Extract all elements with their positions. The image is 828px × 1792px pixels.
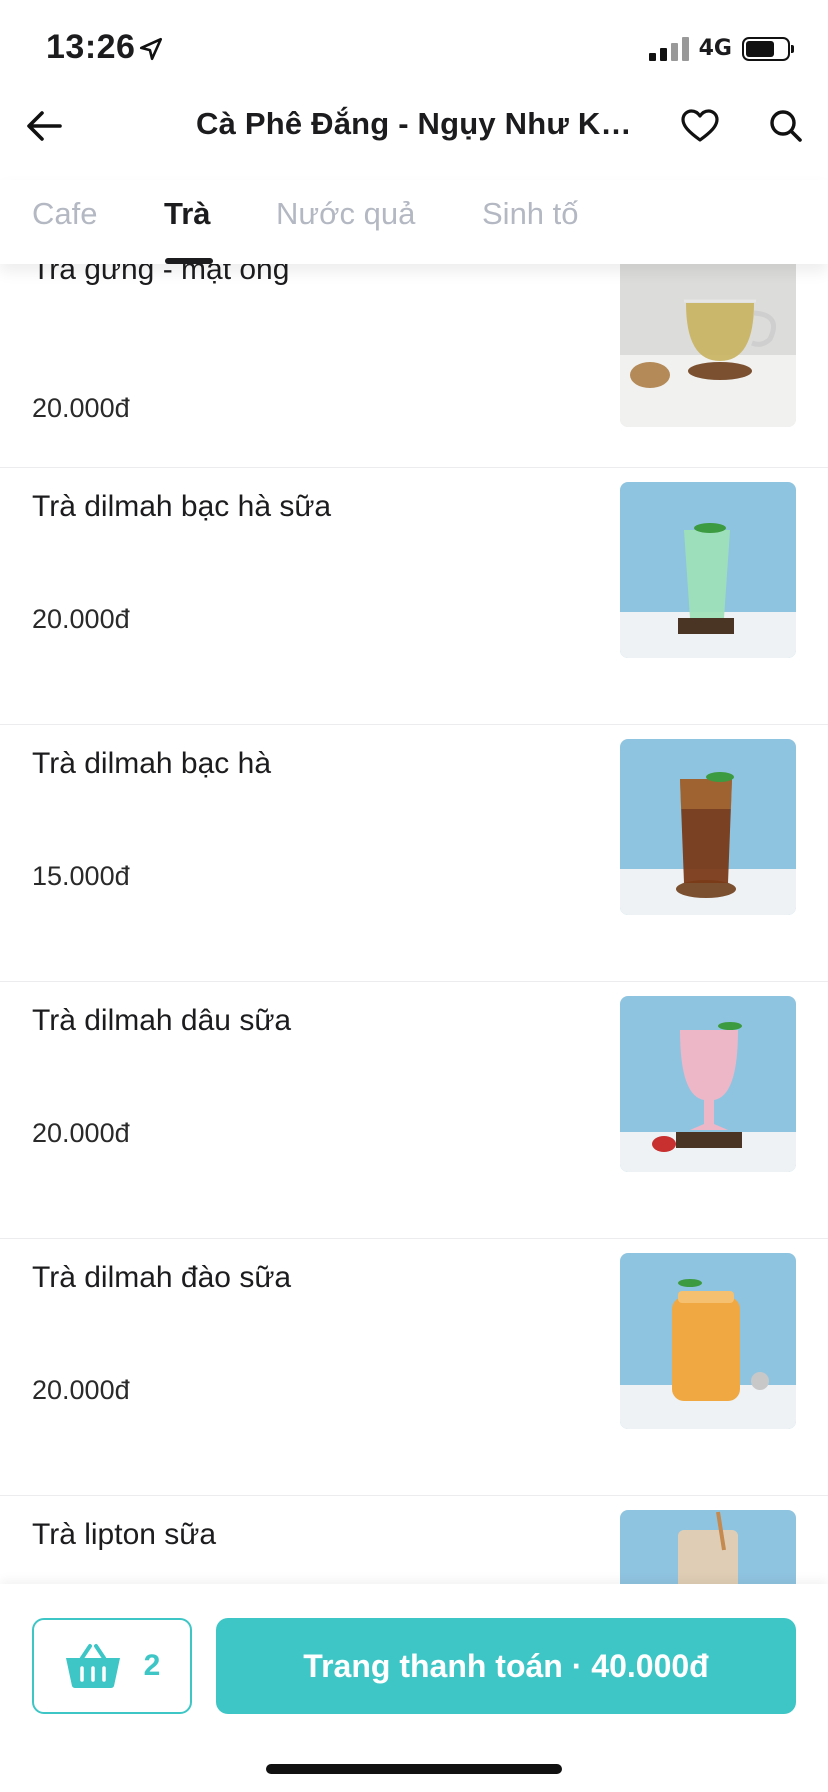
lipton-milk-tea-glass-icon [620,1510,796,1584]
menu-list[interactable]: Trà gừng - mật ong 20.000đ Trà dilmah bạ… [0,264,828,1584]
menu-item[interactable]: Trà dilmah dâu sữa 20.000đ [0,982,828,1239]
home-indicator[interactable] [266,1764,562,1774]
menu-item[interactable]: Trà lipton sữa [0,1496,828,1584]
item-image [620,1253,796,1429]
item-name: Trà gừng - mật ong [32,264,290,286]
menu-item[interactable]: Trà gừng - mật ong 20.000đ [0,264,828,468]
item-image [620,482,796,658]
tab-nuoc-qua[interactable]: Nước quả [276,196,415,232]
favorite-button[interactable] [676,102,724,150]
status-time: 13:26 [46,28,136,66]
menu-item[interactable]: Trà dilmah đào sữa 20.000đ [0,1239,828,1496]
item-price: 20.000đ [32,1375,130,1405]
item-image [620,996,796,1172]
cart-count: 2 [143,1649,161,1682]
active-tab-indicator [165,258,213,264]
page-title: Cà Phê Đắng - Ngụy Như Ko... [196,106,636,141]
item-name: Trà dilmah bạc hà [32,747,272,780]
item-price: 20.000đ [32,1118,130,1148]
cart-button[interactable]: 2 [32,1618,192,1714]
peach-milk-tea-jar-icon [620,1253,796,1429]
strawberry-milk-tea-glass-icon [620,996,796,1172]
back-arrow-icon [27,111,62,141]
item-image [620,1510,796,1584]
status-indicators: 4G [648,36,794,61]
basket-icon [65,1644,120,1688]
location-arrow-icon [139,37,163,61]
signal-icon [648,36,689,61]
checkout-button[interactable]: Trang thanh toán · 40.000đ [216,1618,796,1714]
item-price: 20.000đ [32,604,130,634]
search-button[interactable] [762,102,810,150]
item-price: 20.000đ [32,393,130,423]
network-type: 4G [698,36,732,61]
category-tabs: Cafe Trà Nước quả Sinh tố [0,180,828,264]
battery-icon [742,36,794,61]
tab-cafe[interactable]: Cafe [32,196,97,232]
back-button[interactable] [22,104,66,148]
bottom-bar: 2 Trang thanh toán · 40.000đ [0,1584,828,1792]
item-name: Trà dilmah dâu sữa [32,1004,292,1037]
mint-milk-tea-glass-icon [620,482,796,658]
item-price: 15.000đ [32,861,130,891]
menu-item[interactable]: Trà dilmah bạc hà sữa 20.000đ [0,468,828,725]
item-image [620,739,796,915]
ginger-tea-cup-icon [620,264,796,427]
tab-tra[interactable]: Trà [164,196,211,232]
header: Cà Phê Đắng - Ngụy Như Ko... [0,96,828,158]
tab-sinh-to[interactable]: Sinh tố [482,196,579,232]
item-image [620,264,796,427]
item-name: Trà dilmah đào sữa [32,1261,292,1294]
item-name: Trà lipton sữa [32,1518,217,1551]
status-bar: 13:26 4G [0,0,828,96]
menu-item[interactable]: Trà dilmah bạc hà 15.000đ [0,725,828,982]
search-icon [770,110,802,142]
mint-tea-glass-icon [620,739,796,915]
item-name: Trà dilmah bạc hà sữa [32,490,332,523]
heart-icon [681,109,719,142]
